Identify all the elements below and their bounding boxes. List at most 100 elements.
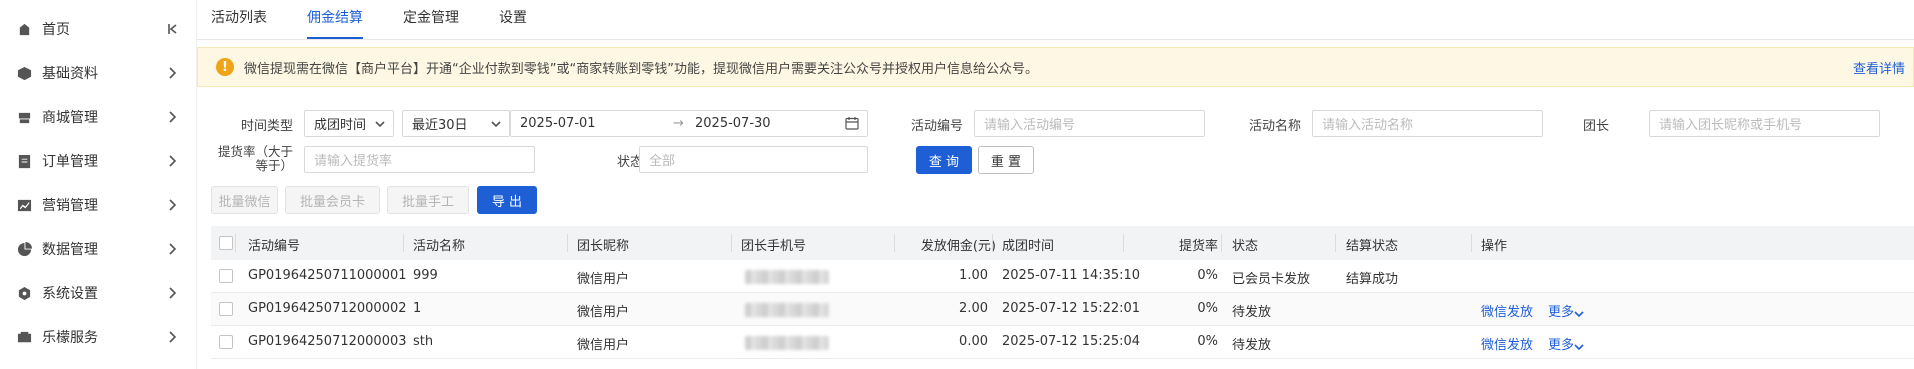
table-row: GP01964250711000001 999 微信用户 1.00 2025-0…	[211, 260, 1914, 293]
cell-leader-phone-redacted	[745, 336, 829, 350]
warning-icon: !	[216, 58, 234, 76]
sidebar-item-basic-data[interactable]: 基础资料	[0, 51, 196, 95]
sidebar-item-marketing[interactable]: 营销管理	[0, 183, 196, 227]
cell-group-time: 2025-07-12 15:25:04	[1002, 334, 1141, 349]
batch-membercard-button[interactable]: 批量会员卡	[285, 186, 380, 214]
sidebar-item-label: 数据管理	[42, 242, 98, 258]
date-range-preset-value: 最近30日	[412, 118, 468, 133]
sidebar: 首页 基础资料 商城管理 订单管理 营销管理 数据管理 系统设置 乐檬服务	[0, 0, 197, 369]
row-checkbox[interactable]	[219, 302, 233, 316]
cell-leader-nick: 微信用户	[577, 338, 630, 353]
chevron-right-icon	[166, 331, 178, 343]
sidebar-item-label: 商城管理	[42, 110, 98, 126]
chevron-down-icon	[375, 118, 385, 128]
tab-settings[interactable]: 设置	[499, 7, 527, 39]
home-icon	[16, 21, 32, 37]
column-divider	[992, 234, 993, 252]
tab-commission-settlement[interactable]: 佣金结算	[307, 7, 363, 39]
shop-icon	[16, 109, 32, 125]
header-activity-no: 活动编号	[248, 239, 301, 254]
date-end: 2025-07-30	[695, 116, 771, 131]
header-activity-name: 活动名称	[413, 239, 466, 254]
table-row: GP01964250712000003 sth 微信用户 0.00 2025-0…	[211, 326, 1914, 359]
commission-table: 活动编号 活动名称 团长昵称 团长手机号 发放佣金(元) 成团时间 提货率 状态	[211, 226, 1914, 359]
sidebar-item-data[interactable]: 数据管理	[0, 227, 196, 271]
activity-name-label: 活动名称	[1248, 119, 1301, 134]
header-leader-phone: 团长手机号	[741, 239, 807, 254]
main-content: 活动列表 佣金结算 定金管理 设置 ! 微信提现需在微信【商户平台】开通“企业付…	[197, 0, 1914, 369]
time-type-select[interactable]: 成团时间	[304, 110, 394, 137]
time-type-label: 时间类型	[240, 119, 293, 134]
export-button[interactable]: 导 出	[477, 186, 537, 214]
batch-wechat-button[interactable]: 批量微信	[211, 186, 278, 214]
sidebar-item-service[interactable]: 乐檬服务	[0, 315, 196, 359]
tab-bar: 活动列表 佣金结算 定金管理 设置	[197, 0, 1914, 40]
view-details-link[interactable]: 查看详情	[1853, 58, 1905, 77]
chevron-down-icon	[1574, 308, 1584, 318]
chevron-down-icon	[491, 118, 501, 128]
leader-input[interactable]: 请输入团长昵称或手机号	[1649, 110, 1880, 137]
header-group-time: 成团时间	[1002, 239, 1055, 254]
tab-activity-list[interactable]: 活动列表	[211, 7, 267, 39]
cell-leader-nick: 微信用户	[577, 305, 630, 320]
cell-commission: 0.00	[959, 334, 988, 349]
time-type-value: 成团时间	[314, 118, 367, 133]
chevron-right-icon	[166, 67, 178, 79]
batch-manual-button[interactable]: 批量手工	[387, 186, 469, 214]
status-select[interactable]: 全部	[639, 146, 868, 173]
service-icon	[16, 329, 32, 345]
collapse-sidebar-icon[interactable]	[166, 23, 178, 35]
header-status: 状态	[1232, 239, 1259, 254]
select-all-checkbox[interactable]	[219, 236, 233, 250]
cell-activity-name: sth	[413, 334, 434, 349]
sidebar-item-orders[interactable]: 订单管理	[0, 139, 196, 183]
activity-no-input[interactable]: 请输入活动编号	[974, 110, 1205, 137]
cell-commission: 1.00	[959, 268, 988, 283]
row-checkbox[interactable]	[219, 335, 233, 349]
pickup-rate-input[interactable]: 请输入提货率	[304, 146, 535, 173]
cell-leader-phone-redacted	[745, 270, 829, 284]
sidebar-item-system[interactable]: 系统设置	[0, 271, 196, 315]
pie-icon	[16, 241, 32, 257]
filter-form: 时间类型 成团时间 最近30日 2025-07-01 → 2025-07-30 …	[197, 110, 1914, 180]
date-range-picker[interactable]: 2025-07-01 → 2025-07-30	[510, 110, 868, 137]
cell-group-time: 2025-07-12 15:22:01	[1002, 301, 1141, 316]
row-checkbox[interactable]	[219, 269, 233, 283]
wechat-payout-link[interactable]: 微信发放	[1481, 334, 1533, 353]
sidebar-item-mall[interactable]: 商城管理	[0, 95, 196, 139]
table-row: GP01964250712000002 1 微信用户 2.00 2025-07-…	[211, 293, 1914, 326]
date-range-preset-select[interactable]: 最近30日	[402, 110, 510, 137]
wechat-payout-link[interactable]: 微信发放	[1481, 301, 1533, 320]
sidebar-item-label: 系统设置	[42, 286, 98, 302]
activity-no-label: 活动编号	[910, 119, 963, 134]
sidebar-item-label: 乐檬服务	[42, 330, 98, 346]
cell-leader-nick: 微信用户	[577, 272, 630, 287]
sidebar-item-home[interactable]: 首页	[0, 7, 196, 51]
calendar-icon	[845, 116, 859, 130]
query-button[interactable]: 查 询	[916, 146, 972, 174]
notice-banner: ! 微信提现需在微信【商户平台】开通“企业付款到零钱”或“商家转账到零钱”功能，…	[197, 47, 1914, 87]
column-divider	[567, 234, 568, 252]
tab-deposit-management[interactable]: 定金管理	[403, 7, 459, 39]
header-settle-status: 结算状态	[1346, 239, 1399, 254]
pickup-rate-label: 提货率（大于 等于）	[207, 145, 293, 173]
cell-pickup-rate: 0%	[1197, 301, 1218, 316]
settings-icon	[16, 285, 32, 301]
chevron-right-icon	[166, 287, 178, 299]
column-divider	[235, 234, 236, 252]
more-dropdown[interactable]: 更多	[1548, 301, 1584, 320]
cell-activity-name: 999	[413, 268, 438, 283]
column-divider	[1221, 234, 1222, 252]
cell-pickup-rate: 0%	[1197, 268, 1218, 283]
table-header: 活动编号 活动名称 团长昵称 团长手机号 发放佣金(元) 成团时间 提货率 状态	[211, 226, 1914, 260]
activity-name-input[interactable]: 请输入活动名称	[1312, 110, 1543, 137]
sidebar-item-label: 营销管理	[42, 198, 98, 214]
reset-button[interactable]: 重 置	[978, 146, 1034, 174]
more-dropdown[interactable]: 更多	[1548, 334, 1584, 353]
column-divider	[1123, 234, 1124, 252]
column-divider	[403, 234, 404, 252]
cell-activity-no: GP01964250711000001	[248, 268, 407, 283]
sidebar-item-label: 首页	[42, 22, 70, 38]
notice-text: 微信提现需在微信【商户平台】开通“企业付款到零钱”或“商家转账到零钱”功能，提现…	[244, 61, 1038, 77]
cell-pickup-rate: 0%	[1197, 334, 1218, 349]
